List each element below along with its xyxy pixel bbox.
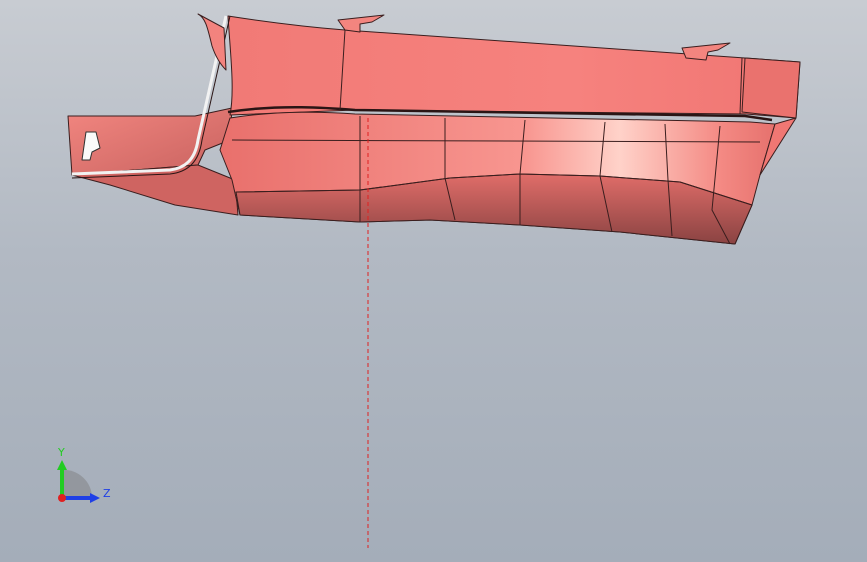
x-axis-dot [58,494,66,502]
corner-tab[interactable] [197,13,227,71]
top-tab-1[interactable] [337,14,385,33]
triad-shadow [62,469,93,498]
y-axis-arrow [57,460,67,470]
3d-viewport[interactable]: Y Z [0,0,867,562]
y-axis-label: Y [57,446,65,459]
top-side-band[interactable] [741,57,801,119]
molded-part[interactable] [67,13,801,245]
top-surface[interactable] [227,15,801,119]
z-axis-arrow [90,493,100,503]
z-axis-label: Z [103,487,111,500]
orientation-triad[interactable]: Y Z [57,446,111,503]
